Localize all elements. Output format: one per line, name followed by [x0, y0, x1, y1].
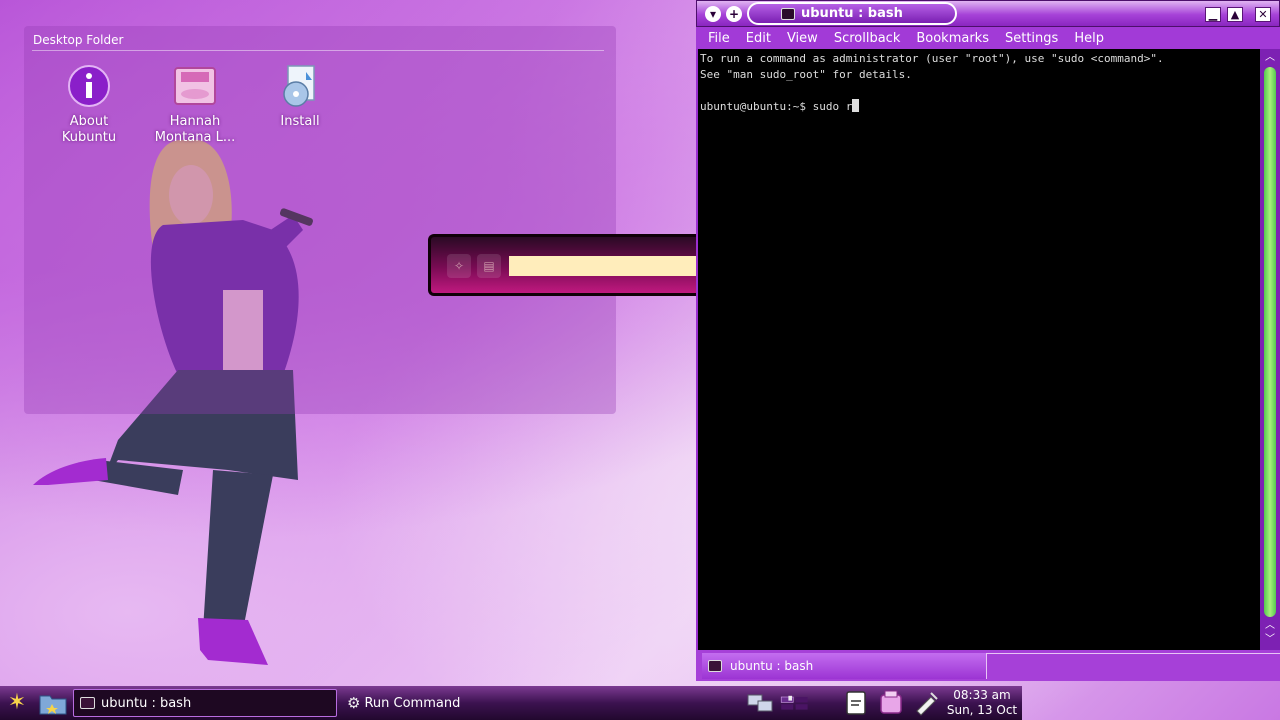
run-options-button[interactable]: ✧: [447, 254, 471, 278]
scroll-up-icon[interactable]: ︿: [1263, 619, 1277, 633]
run-command-input[interactable]: [509, 256, 703, 276]
clock[interactable]: 08:33 am Sun, 13 Oct: [944, 688, 1020, 718]
package-update-icon[interactable]: [876, 689, 906, 717]
close-button[interactable]: ✕: [1255, 7, 1271, 22]
desktop-icon-hannah-montana[interactable]: Hannah Montana L...: [150, 64, 240, 146]
title-bar[interactable]: ▾ + ubuntu : bash ▁ ▲ ✕: [696, 0, 1280, 27]
plus-icon: +: [728, 7, 740, 21]
menu-settings[interactable]: Settings: [997, 31, 1066, 46]
maximize-icon: ▲: [1230, 8, 1240, 21]
wand-icon: ✧: [453, 259, 465, 273]
install-cd-icon: [283, 65, 315, 107]
desktop-folder-widget: Desktop Folder About Kubuntu Hannah Mont…: [24, 26, 616, 414]
scroll-thumb[interactable]: [1264, 67, 1276, 617]
terminal-prompt-line: ubuntu@ubuntu:~$ sudo r: [700, 99, 1258, 115]
gear-icon: ⚙: [347, 694, 361, 712]
menu-scrollback[interactable]: Scrollback: [826, 31, 909, 46]
window-menu-button[interactable]: ▾: [705, 6, 721, 22]
minimize-button[interactable]: ▁: [1205, 7, 1221, 22]
desktop-icon-install[interactable]: Install: [255, 64, 345, 130]
disc-case-icon: [174, 67, 216, 105]
network-icon[interactable]: [746, 689, 776, 717]
menu-edit[interactable]: Edit: [738, 31, 779, 46]
home-folder-icon[interactable]: [38, 690, 68, 716]
desktop-icon-about-kubuntu[interactable]: About Kubuntu: [44, 64, 134, 146]
window-list-icon: ▤: [483, 259, 495, 273]
clock-time: 08:33 am: [953, 688, 1011, 702]
pager-icon[interactable]: [780, 689, 810, 717]
power-plug-icon[interactable]: [911, 689, 941, 717]
desktop-icon-label: About: [69, 114, 109, 129]
terminal-prompt-text: ubuntu@ubuntu:~$ sudo r: [700, 100, 853, 113]
sticky-button[interactable]: +: [726, 6, 742, 22]
scrollbar[interactable]: ︿ ︿ ﹀: [1260, 49, 1280, 650]
desktop-icon-label: Hannah: [169, 114, 221, 129]
title-pill: ubuntu : bash: [747, 2, 957, 25]
chevron-down-icon: ▾: [709, 7, 717, 21]
info-icon: [68, 65, 110, 107]
minimize-icon: ▁: [1208, 8, 1218, 21]
session-tab-label: ubuntu : bash: [730, 659, 814, 673]
terminal-icon: [781, 8, 795, 20]
taskbar-item-terminal[interactable]: ubuntu : bash: [73, 689, 337, 717]
maximize-button[interactable]: ▲: [1227, 7, 1243, 22]
session-tab-area: [986, 653, 1280, 679]
text-cursor: [852, 99, 860, 112]
kmenu-button[interactable]: ✶: [2, 689, 32, 717]
scroll-up-icon[interactable]: ︿: [1263, 51, 1277, 65]
session-tab[interactable]: ubuntu : bash: [702, 653, 986, 679]
taskbar: ✶ ubuntu : bash ⚙ Run Command 08:33 am S…: [0, 686, 1022, 720]
window-title: ubuntu : bash: [801, 6, 903, 21]
session-tab-bar: ubuntu : bash: [696, 650, 1280, 681]
terminal-output[interactable]: To run a command as administrator (user …: [698, 49, 1260, 650]
run-command-dialog: ✧ ▤: [428, 234, 703, 296]
menu-bar: File Edit View Scrollback Bookmarks Sett…: [696, 27, 1280, 49]
taskbar-item-label: Run Command: [364, 695, 461, 711]
taskbar-item-label: ubuntu : bash: [101, 695, 192, 711]
clock-date: Sun, 13 Oct: [946, 703, 1018, 717]
close-icon: ✕: [1258, 8, 1268, 21]
task-manager-button[interactable]: ▤: [477, 254, 501, 278]
menu-view[interactable]: View: [779, 31, 826, 46]
desktop-icon-label: Kubuntu: [61, 130, 117, 145]
desktop-icon-label: Montana L...: [154, 130, 236, 145]
scroll-down-icon[interactable]: ﹀: [1263, 633, 1277, 647]
menu-help[interactable]: Help: [1066, 31, 1112, 46]
terminal-icon: [80, 697, 95, 709]
desktop-icon-label: Install: [280, 114, 320, 129]
folder-divider: [32, 50, 604, 51]
clipboard-icon[interactable]: [841, 689, 871, 717]
taskbar-item-run-command[interactable]: ⚙ Run Command: [341, 689, 603, 717]
menu-file[interactable]: File: [700, 31, 738, 46]
desktop-folder-title: Desktop Folder: [33, 33, 124, 47]
terminal-window: ▾ + ubuntu : bash ▁ ▲ ✕ File Edit View S…: [696, 0, 1280, 681]
terminal-line: See "man sudo_root" for details.: [700, 68, 912, 81]
menu-bookmarks[interactable]: Bookmarks: [908, 31, 997, 46]
kmenu-star-icon: ✶: [7, 690, 27, 715]
terminal-icon: [708, 660, 722, 672]
terminal-line: To run a command as administrator (user …: [700, 52, 1164, 65]
